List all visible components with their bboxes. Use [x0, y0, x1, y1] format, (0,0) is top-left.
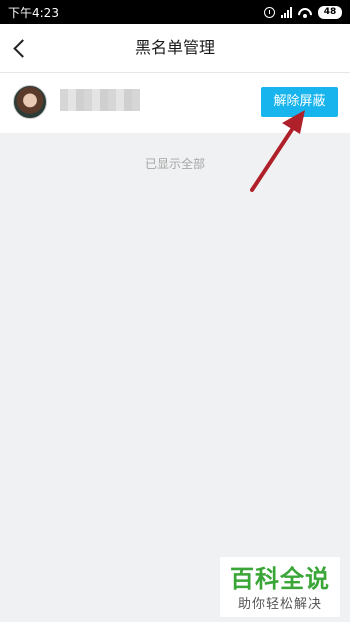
status-icons: 48	[264, 4, 342, 20]
page-title: 黑名单管理	[134, 38, 215, 57]
unblock-button[interactable]: 解除屏蔽	[261, 87, 338, 117]
wifi-icon	[298, 7, 312, 18]
avatar[interactable]	[13, 85, 47, 119]
watermark-title: 百科全说	[230, 565, 330, 593]
blacklist-row: 解除屏蔽	[0, 73, 350, 133]
title-bar: 黑名单管理	[0, 24, 350, 73]
alarm-icon	[264, 6, 275, 18]
watermark-subtitle: 助你轻松解决	[237, 597, 322, 612]
status-time: 下午4:23	[8, 6, 59, 20]
blurred-user-name[interactable]	[60, 89, 140, 111]
watermark-logo: 百科全说 助你轻松解决	[220, 557, 340, 617]
status-bar: 下午4:23 48	[0, 0, 350, 24]
battery-icon: 48	[318, 5, 342, 19]
list-end-text: 已显示全部	[144, 157, 205, 171]
signal-icon	[281, 6, 292, 18]
